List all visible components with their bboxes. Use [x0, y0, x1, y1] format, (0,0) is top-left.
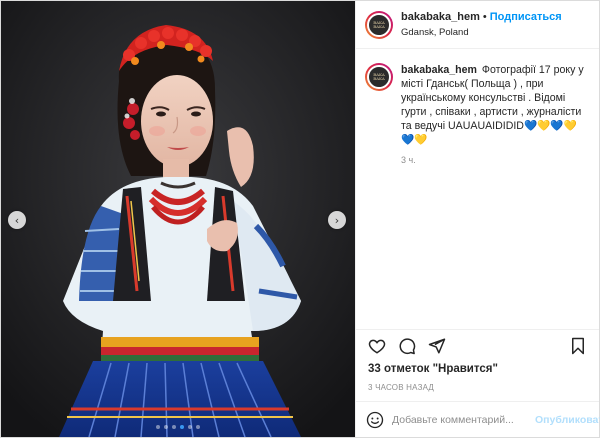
header-top-row: bakabaka_hem • Подписаться — [401, 11, 562, 23]
caption-heart-emoji: 💛 — [414, 134, 428, 146]
chevron-left-icon: ‹ — [14, 213, 20, 227]
location-link[interactable]: Gdansk, Poland — [401, 27, 562, 38]
carousel-dot — [196, 425, 200, 429]
share-button[interactable] — [426, 335, 448, 357]
next-slide-button[interactable]: › — [328, 211, 346, 229]
username-link[interactable]: bakabaka_hem — [401, 11, 480, 23]
comments-area: BAKA BAKA bakabaka_hem Фотографії 17 рок… — [356, 49, 599, 329]
post-header: BAKA BAKA bakabaka_hem • Подписаться Gda… — [356, 1, 599, 49]
carousel-dot — [164, 425, 168, 429]
chevron-right-icon: › — [334, 213, 340, 227]
caption-avatar[interactable]: BAKA BAKA — [365, 63, 393, 91]
caption-avatar-image: BAKA BAKA — [367, 65, 391, 89]
likes-count[interactable]: 33 отметок "Нравится" — [356, 361, 599, 379]
instagram-post: ‹ › BAKA BAKA bakabaka_hem • Подписаться… — [0, 0, 600, 438]
carousel-indicator — [1, 425, 355, 429]
publish-button[interactable]: Опубликовать — [535, 414, 600, 426]
avatar[interactable]: BAKA BAKA — [365, 10, 393, 39]
caption-comment: BAKA BAKA bakabaka_hem Фотографії 17 рок… — [365, 63, 587, 147]
post-photo[interactable]: ‹ › — [1, 1, 355, 437]
comment-timestamp: 3 ч. — [401, 155, 416, 165]
avatar-logo-text: BAKA BAKA — [373, 19, 385, 29]
previous-slide-button[interactable]: ‹ — [8, 211, 26, 229]
carousel-dot — [180, 425, 184, 429]
carousel-dot — [156, 425, 160, 429]
share-icon — [428, 338, 446, 353]
post-side-panel: BAKA BAKA bakabaka_hem • Подписаться Gda… — [355, 1, 600, 437]
separator-dot: • — [482, 11, 487, 23]
comment-button[interactable] — [396, 335, 418, 357]
save-button[interactable] — [567, 335, 589, 357]
like-button[interactable] — [366, 335, 388, 357]
header-text: bakabaka_hem • Подписаться Gdansk, Polan… — [401, 11, 562, 38]
caption-heart-emoji: 💙 — [401, 134, 415, 146]
emoji-icon — [366, 411, 384, 428]
emoji-button[interactable] — [366, 410, 384, 430]
caption-avatar-logo-text: BAKA BAKA — [373, 72, 385, 81]
caption-heart-emoji: 💙 — [550, 120, 564, 132]
heart-icon — [368, 339, 386, 354]
caption-heart-emoji: 💛 — [537, 120, 551, 132]
add-comment-bar: Опубликовать — [356, 401, 600, 437]
caption-username-link[interactable]: bakabaka_hem — [401, 64, 477, 76]
avatar-image: BAKA BAKA — [367, 12, 391, 37]
action-bar — [356, 329, 599, 361]
carousel-dot — [188, 425, 192, 429]
comment-input[interactable] — [392, 413, 527, 426]
caption-heart-emoji: 💙 — [523, 120, 538, 132]
carousel-dot — [172, 425, 176, 429]
post-date[interactable]: 3 часов назад — [356, 379, 599, 401]
bookmark-icon — [572, 337, 584, 354]
comment-icon — [399, 337, 416, 354]
post-image — [1, 1, 355, 437]
follow-button[interactable]: Подписаться — [490, 11, 562, 23]
caption-heart-emoji: 💛 — [563, 120, 577, 132]
caption-text-block: bakabaka_hem Фотографії 17 року у місті … — [401, 63, 587, 147]
